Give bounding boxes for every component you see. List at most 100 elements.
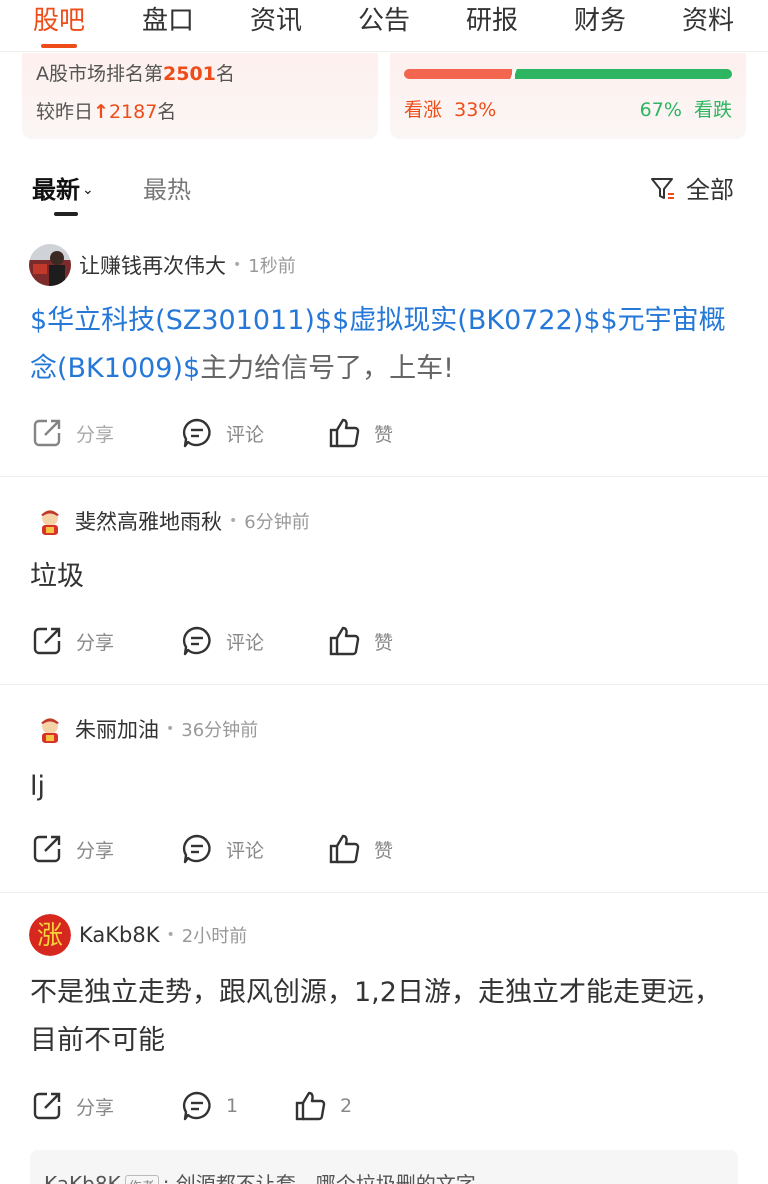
bear-label: 看跌 [693,99,732,121]
comment-button[interactable]: 评论 [180,621,264,661]
avatar[interactable]: 涨 [29,914,71,956]
share-button[interactable]: 分享 [30,621,114,661]
bull-fill [404,69,513,79]
post-header: 朱丽加油 • 36分钟前 [29,707,258,751]
share-label: 分享 [76,423,115,446]
market-rank: A股市场排名第2501名 [36,59,235,86]
comment-icon [182,834,211,864]
reply-author[interactable]: KaKb8K [44,1172,121,1184]
rank-change-prefix: 较昨日 [36,101,94,123]
tab-finance[interactable]: 财务 [574,4,626,38]
comment-button[interactable]: 评论 [180,413,264,453]
reply-content: 创源都不让套，哪个垃圾删的文字 [175,1172,476,1184]
avatar-text: 涨 [37,921,63,951]
tab-research[interactable]: 研报 [466,4,518,38]
sort-hot-button[interactable]: 最热 [143,170,191,205]
like-button[interactable]: 赞 [328,413,393,453]
rank-suffix: 名 [215,63,235,85]
like-label: 赞 [374,839,394,862]
sort-latest-label: 最新 [32,176,80,204]
bull-percent: 33% [454,99,497,121]
bear-fill [515,69,732,79]
share-button[interactable]: 分享 [30,829,114,869]
like-button[interactable]: 赞 [328,829,393,869]
post-text: 垃圾 [30,561,84,592]
thumbs-up-icon [295,1091,326,1121]
sort-active-indicator [54,212,78,216]
post-item[interactable]: 让赚钱再次伟大 • 1秒前 $华立科技(SZ301011)$$虚拟现实(BK07… [0,225,768,477]
post-item[interactable]: 朱丽加油 • 36分钟前 lj 分享 评论 赞 [0,685,768,893]
reply-preview[interactable]: KaKb8K作者: 创源都不让套，哪个垃圾删的文字 [30,1150,738,1184]
bull-label: 看涨 [404,99,443,121]
separator-dot: • [166,927,175,943]
post-content[interactable]: 垃圾 [30,553,740,601]
post-text: 主力给信号了，上车! [200,353,455,384]
post-item[interactable]: 涨 KaKb8K • 2小时前 不是独立走势，跟风创源，1,2日游，走独立才能走… [0,893,768,1184]
author-name[interactable]: KaKb8K [79,923,160,947]
share-icon [33,627,61,655]
post-content[interactable]: $华立科技(SZ301011)$$虚拟现实(BK0722)$$元宇宙概念(BK1… [30,297,740,393]
post-actions: 分享 评论 赞 [30,829,730,869]
post-content[interactable]: 不是独立走势，跟风创源，1,2日游，走独立才能走更远，目前不可能 [30,969,740,1065]
separator-dot: • [229,513,238,529]
tab-announcements[interactable]: 公告 [358,4,410,38]
up-arrow-icon: ↑ [93,101,109,123]
thumbs-up-icon [329,418,360,448]
comment-button[interactable]: 评论 [180,829,264,869]
filter-icon [651,178,674,199]
rank-position: 2501 [163,63,216,85]
thumbs-up-icon [329,834,360,864]
post-actions: 分享 评论 赞 [30,413,730,453]
post-time: 2小时前 [181,926,248,947]
sentiment-card[interactable]: 看涨 33% 67% 看跌 [390,53,746,139]
share-label: 分享 [76,631,115,654]
top-nav: 股吧 盘口 资讯 公告 研报 财务 资料 [0,0,768,52]
comment-button[interactable]: 1 [180,1086,238,1126]
post-header: 让赚钱再次伟大 • 1秒前 [29,243,296,287]
bull-sentiment: 看涨 33% [404,95,496,122]
author-tag: 作者 [124,1175,159,1184]
filter-button[interactable]: 全部 [650,170,734,205]
like-button[interactable]: 赞 [328,621,393,661]
post-actions: 分享 1 2 [30,1086,730,1126]
author-name[interactable]: 让赚钱再次伟大 [79,250,226,280]
post-time: 6分钟前 [244,512,310,533]
avatar[interactable] [29,244,71,286]
tab-pankou[interactable]: 盘口 [142,4,194,38]
post-time: 1秒前 [248,256,296,277]
share-icon [33,1092,61,1120]
chevron-down-icon: ⌄ [82,182,94,198]
separator-dot: • [233,257,242,273]
rank-change: 较昨日↑2187名 [36,97,176,124]
share-label: 分享 [76,839,115,862]
post-item[interactable]: 斐然高雅地雨秋 • 6分钟前 垃圾 分享 评论 赞 [0,477,768,685]
comment-icon [182,1091,211,1121]
sentiment-bar [404,69,732,79]
like-label: 赞 [374,631,394,654]
rank-card[interactable]: A股市场排名第2501名 较昨日↑2187名 [22,53,378,139]
author-name[interactable]: 斐然高雅地雨秋 [75,506,222,536]
sort-latest-button[interactable]: 最新 ⌄ [32,170,94,205]
share-label: 分享 [76,1096,115,1119]
separator-dot: • [166,721,175,737]
tab-news[interactable]: 资讯 [250,4,302,38]
comment-icon [182,418,211,448]
comment-label: 评论 [226,839,265,862]
avatar[interactable] [35,714,65,744]
bear-sentiment: 67% 看跌 [640,95,732,122]
like-button[interactable]: 2 [294,1086,352,1126]
share-button[interactable]: 分享 [30,1086,114,1126]
active-tab-indicator [41,44,77,48]
rank-change-suffix: 名 [157,101,177,123]
comment-label: 评论 [226,631,265,654]
reply-text: KaKb8K作者: 创源都不让套，哪个垃圾删的文字 [44,1168,476,1184]
tab-profile[interactable]: 资料 [682,4,734,38]
avatar[interactable] [35,506,65,536]
share-button[interactable]: 分享 [30,413,114,453]
post-content[interactable]: lj [30,763,740,811]
author-name[interactable]: 朱丽加油 [75,714,159,744]
sort-bar: 最新 ⌄ 最热 全部 [0,160,768,220]
filter-label: 全部 [686,176,734,204]
tab-guba[interactable]: 股吧 [33,4,85,38]
post-text: 不是独立走势，跟风创源，1,2日游，走独立才能走更远，目前不可能 [30,977,721,1056]
